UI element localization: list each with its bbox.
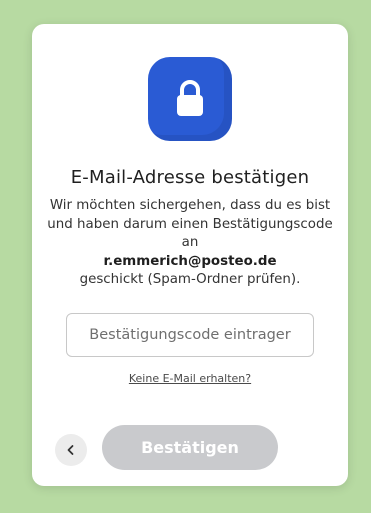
chevron-left-icon: [67, 445, 74, 455]
no-email-received-link[interactable]: Keine E-Mail erhalten?: [32, 372, 348, 385]
page-background: E-Mail-Adresse bestätigen Wir möchten si…: [0, 0, 371, 513]
verification-card: E-Mail-Adresse bestätigen Wir möchten si…: [32, 24, 348, 486]
description-text: Wir möchten sichergehen, dass du es bist…: [47, 198, 333, 250]
description-note: geschickt (Spam-Ordner prüfen).: [79, 272, 301, 287]
lock-badge: [148, 57, 232, 141]
verification-code-input[interactable]: [66, 313, 314, 357]
back-button[interactable]: [55, 434, 87, 466]
page-title: E-Mail-Adresse bestätigen: [70, 167, 310, 188]
description: Wir möchten sichergehen, dass du es bist…: [46, 197, 334, 290]
lock-icon: [177, 80, 203, 116]
email-address: r.emmerich@posteo.de: [103, 253, 277, 269]
confirm-button[interactable]: Bestätigen: [102, 425, 278, 470]
